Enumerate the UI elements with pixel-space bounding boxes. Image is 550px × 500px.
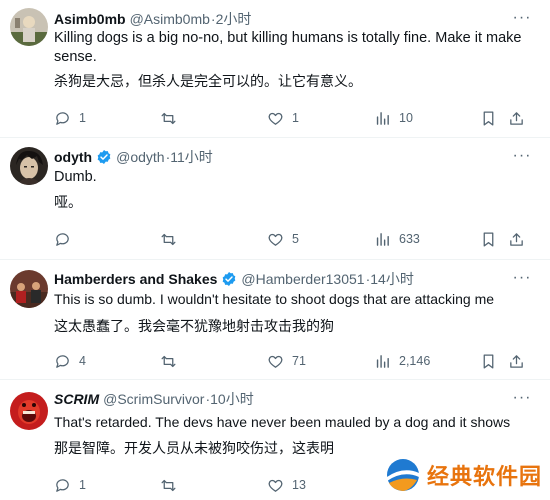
like-button[interactable]: 1	[267, 108, 299, 128]
verified-badge-icon	[223, 272, 236, 286]
views-chart-icon	[376, 354, 389, 368]
tweet-text: That's retarded. The devs have never bee…	[54, 414, 511, 430]
avatar-image	[10, 270, 48, 308]
share-icon	[510, 232, 523, 246]
like-count: 71	[292, 354, 306, 368]
avatar[interactable]	[10, 147, 48, 185]
watermark-text: 经典软件园	[426, 465, 542, 490]
retweet-button[interactable]	[160, 351, 185, 371]
avatar-image	[10, 392, 48, 430]
retweet-button[interactable]	[160, 108, 185, 128]
share-button[interactable]	[508, 229, 533, 249]
reply-button[interactable]: 1	[54, 475, 86, 495]
tweet-text: This is so dumb. I wouldn't hesitate to …	[54, 291, 495, 307]
heart-icon	[268, 112, 283, 125]
heart-icon	[268, 479, 283, 492]
globe-logo-icon	[386, 459, 419, 491]
reply-icon	[56, 232, 69, 246]
user-handle[interactable]: @Hamberder13051	[241, 270, 364, 288]
avatar[interactable]	[10, 392, 48, 430]
user-handle[interactable]: @ScrimSurvivor	[103, 390, 204, 408]
timestamp[interactable]: 11小时	[170, 148, 213, 166]
more-options-icon[interactable]: ···	[512, 388, 532, 408]
watermark: 经典软件园	[383, 456, 542, 494]
timestamp[interactable]: 2小时	[216, 10, 252, 28]
heart-icon	[268, 355, 283, 368]
view-count: 10	[399, 111, 413, 125]
views-chart-icon	[376, 111, 389, 125]
reply-icon	[56, 354, 69, 368]
reply-button[interactable]: 4	[54, 351, 86, 371]
share-icon	[510, 354, 523, 368]
display-name[interactable]: Asimb0mb	[54, 10, 126, 28]
retweet-icon	[161, 112, 176, 124]
tweet[interactable]: odyth @odyth · 11小时 ··· Dumb. 哑。 5 633	[0, 138, 550, 260]
bookmark-icon	[483, 110, 494, 126]
display-name[interactable]: odyth	[54, 148, 92, 166]
user-handle[interactable]: @odyth	[116, 148, 164, 166]
share-button[interactable]	[508, 108, 533, 128]
reply-icon	[56, 478, 69, 492]
share-icon	[510, 111, 523, 125]
tweet-translation: 杀狗是大忌，但杀人是完全可以的。让它有意义。	[54, 73, 362, 89]
display-name[interactable]: Hamberders and Shakes	[54, 270, 217, 288]
verified-badge-icon	[97, 150, 111, 164]
tweet[interactable]: Hamberders and Shakes @Hamberder13051 · …	[0, 260, 550, 380]
reply-count: 1	[79, 111, 86, 125]
view-count: 2,146	[399, 354, 431, 368]
more-options-icon[interactable]: ···	[512, 8, 532, 28]
like-count: 5	[292, 232, 299, 246]
avatar-image	[10, 8, 48, 46]
user-handle[interactable]: @Asimb0mb	[130, 10, 210, 28]
like-button[interactable]: 5	[267, 229, 299, 249]
timestamp[interactable]: 14小时	[370, 270, 414, 288]
share-button[interactable]	[508, 351, 533, 371]
retweet-icon	[161, 479, 176, 491]
timestamp[interactable]: 10小时	[210, 390, 254, 408]
views-button[interactable]: 2,146	[374, 351, 430, 371]
reply-icon	[56, 111, 69, 125]
reply-button[interactable]: 1	[54, 108, 86, 128]
reply-count: 1	[79, 478, 86, 492]
bookmark-button[interactable]	[480, 351, 505, 371]
bookmark-button[interactable]	[480, 108, 505, 128]
like-count: 1	[292, 111, 299, 125]
tweet-translation: 这太愚蠢了。我会毫不犹豫地射击攻击我的狗	[54, 318, 334, 334]
retweet-button[interactable]	[160, 229, 185, 249]
tweet[interactable]: Asimb0mb @Asimb0mb · 2小时 ··· Killing dog…	[0, 0, 550, 138]
view-count: 633	[399, 232, 420, 246]
views-button[interactable]: 10	[374, 108, 413, 128]
avatar-image	[10, 147, 48, 185]
avatar[interactable]	[10, 8, 48, 46]
avatar[interactable]	[10, 270, 48, 308]
like-button[interactable]: 71	[267, 351, 306, 371]
retweet-icon	[161, 355, 176, 367]
tweet-translation: 哑。	[54, 194, 82, 210]
tweet-text: Dumb.	[54, 169, 97, 185]
like-button[interactable]: 13	[267, 475, 306, 495]
retweet-button[interactable]	[160, 475, 185, 495]
bookmark-icon	[483, 231, 494, 247]
heart-icon	[268, 233, 283, 246]
retweet-icon	[161, 233, 176, 245]
reply-button[interactable]	[54, 229, 79, 249]
bookmark-icon	[483, 353, 494, 369]
display-name[interactable]: SCRIM	[54, 390, 99, 408]
views-button[interactable]: 633	[374, 229, 420, 249]
like-count: 13	[292, 478, 306, 492]
views-chart-icon	[376, 232, 389, 246]
reply-count: 4	[79, 354, 86, 368]
more-options-icon[interactable]: ···	[512, 268, 532, 288]
more-options-icon[interactable]: ···	[512, 146, 532, 166]
bookmark-button[interactable]	[480, 229, 505, 249]
tweet-text: Killing dogs is a big no-no, but killing…	[54, 30, 522, 65]
